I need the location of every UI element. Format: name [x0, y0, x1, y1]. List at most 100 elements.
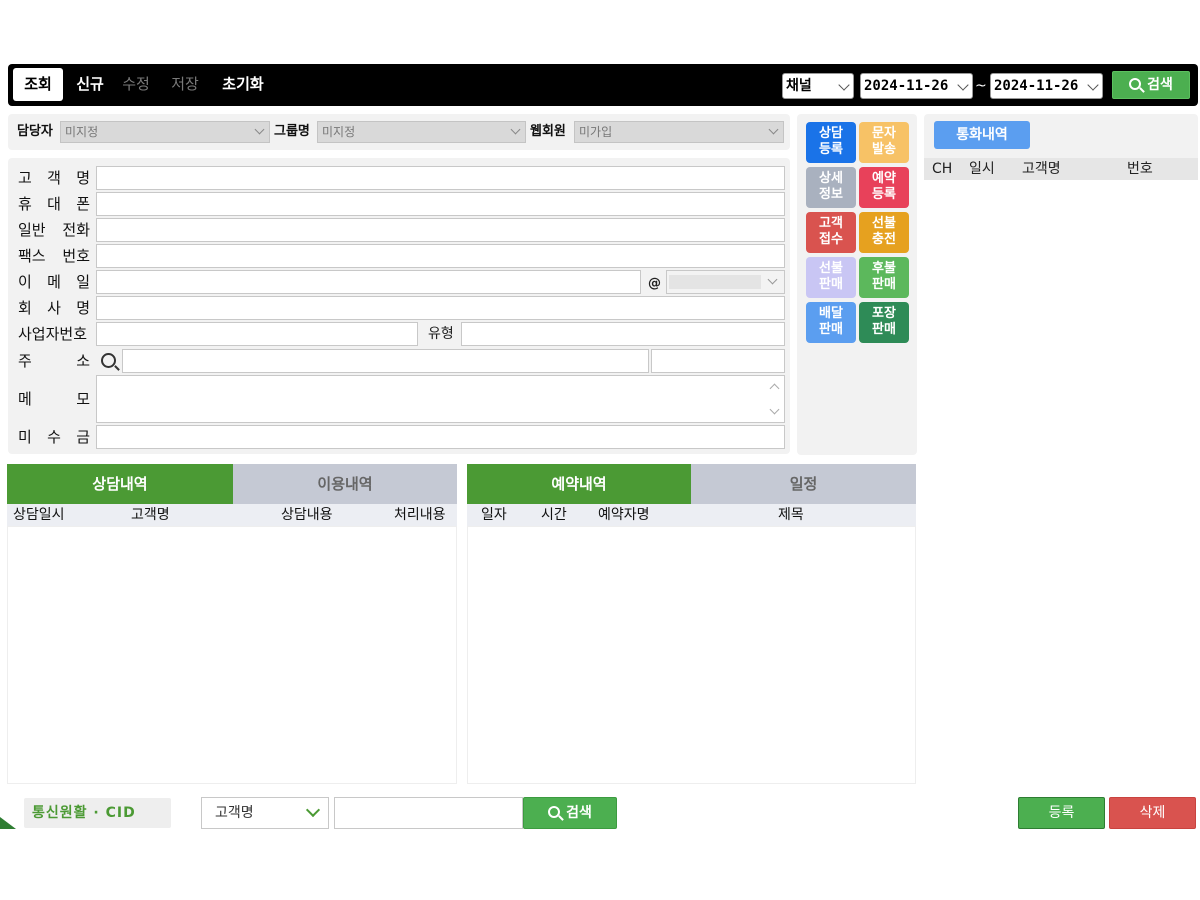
top-toolbar: 조회 신규 수정 저장 초기화 채널 2024-11-26 ~ 2024-11-…	[8, 64, 1198, 106]
date-to-value: 2024-11-26	[994, 78, 1079, 94]
detail-info-button[interactable]: 상세 정보	[806, 167, 856, 208]
view-button[interactable]: 조회	[13, 68, 63, 101]
sms-send-button[interactable]: 문자 발송	[859, 122, 909, 163]
scroll-up-icon[interactable]	[769, 383, 780, 394]
sms-send-label-line2: 발송	[872, 142, 896, 157]
edit-button[interactable]: 수정	[117, 68, 155, 101]
col-title: 제목	[778, 507, 804, 523]
tab-consult-history[interactable]: 상담내역	[7, 464, 233, 504]
detail-info-label-line2: 정보	[819, 187, 843, 202]
date-from-select[interactable]: 2024-11-26	[860, 73, 973, 99]
col-consult-date: 상담일시	[13, 507, 65, 523]
email-label: 이메일	[18, 273, 90, 291]
type-field[interactable]	[461, 322, 785, 346]
detail-info-label-line1: 상세	[819, 171, 843, 186]
customer-receive-label-line1: 고객	[819, 216, 843, 231]
postpaid-sale-label-line2: 판매	[872, 277, 896, 292]
bottom-search-label: 검색	[566, 805, 592, 821]
search-icon	[1129, 78, 1142, 90]
web-member-select-value: 미가입	[579, 125, 613, 139]
delete-button[interactable]: 삭제	[1109, 797, 1196, 829]
date-to-select[interactable]: 2024-11-26	[990, 73, 1103, 99]
web-member-label: 웹회원	[530, 124, 566, 139]
register-button[interactable]: 등록	[1018, 797, 1105, 829]
delivery-sale-button[interactable]: 배달 판매	[806, 302, 856, 343]
prepaid-sale-button[interactable]: 선불 판매	[806, 257, 856, 298]
bottom-search-input[interactable]	[334, 797, 523, 829]
reset-button[interactable]: 초기화	[218, 68, 268, 101]
prepaid-sale-label-line2: 판매	[819, 277, 843, 292]
top-search-label: 검색	[1147, 77, 1173, 93]
group-select[interactable]: 미지정	[317, 121, 526, 143]
col-ch: CH	[932, 161, 953, 177]
col-number: 번호	[1127, 161, 1153, 177]
col-result: 처리내용	[394, 507, 446, 523]
manager-select[interactable]: 미지정	[60, 121, 270, 143]
tab-reservation-history[interactable]: 예약내역	[467, 464, 691, 504]
chevron-down-icon	[305, 802, 321, 818]
company-label: 회사명	[18, 299, 90, 317]
company-field[interactable]	[96, 296, 785, 320]
delivery-sale-label-line1: 배달	[819, 306, 843, 321]
col-date: 일자	[481, 507, 507, 523]
customer-receive-label-line2: 접수	[819, 232, 843, 247]
customer-receive-button[interactable]: 고객 접수	[806, 212, 856, 253]
address-field[interactable]	[122, 349, 649, 373]
reservation-register-button[interactable]: 예약 등록	[859, 167, 909, 208]
call-history-header: CH 일시 고객명 번호	[924, 158, 1198, 180]
fax-label: 팩스 번호	[18, 247, 90, 265]
search-icon	[548, 806, 561, 818]
customer-name-field[interactable]	[96, 166, 785, 190]
chevron-down-icon	[510, 124, 521, 135]
tab-schedule[interactable]: 일정	[691, 464, 916, 504]
date-range-separator: ~	[975, 78, 987, 94]
takeout-sale-button[interactable]: 포장 판매	[859, 302, 909, 343]
new-button[interactable]: 신규	[71, 68, 109, 101]
scroll-down-icon[interactable]	[769, 404, 780, 415]
prepaid-sale-label-line1: 선불	[819, 261, 843, 276]
save-button[interactable]: 저장	[166, 68, 204, 101]
unpaid-field[interactable]	[96, 425, 785, 449]
channel-select[interactable]: 채널	[782, 73, 854, 99]
reservation-table-header: 일자 시간 예약자명 제목	[467, 504, 916, 526]
postpaid-sale-button[interactable]: 후불 판매	[859, 257, 909, 298]
channel-select-value: 채널	[786, 78, 812, 94]
tab-usage-history[interactable]: 이용내역	[233, 464, 457, 504]
call-history-tab[interactable]: 통화내역	[934, 121, 1030, 149]
email-domain-value	[669, 275, 761, 289]
email-domain-select[interactable]	[666, 270, 785, 294]
col-customer-name: 고객명	[1022, 161, 1061, 177]
date-from-value: 2024-11-26	[864, 78, 949, 94]
postpaid-sale-label-line1: 후불	[872, 261, 896, 276]
fax-field[interactable]	[96, 244, 785, 268]
phone-label: 일반 전화	[18, 221, 90, 239]
manager-label: 담당자	[17, 124, 53, 139]
bottom-search-button[interactable]: 검색	[523, 797, 617, 829]
business-number-field[interactable]	[96, 322, 418, 346]
chevron-down-icon	[1087, 79, 1099, 91]
chevron-down-icon	[957, 79, 969, 91]
group-select-value: 미지정	[322, 125, 356, 139]
delivery-sale-label-line2: 판매	[819, 322, 843, 337]
mobile-field[interactable]	[96, 192, 785, 216]
email-id-field[interactable]	[96, 270, 641, 294]
prepaid-charge-button[interactable]: 선불 충전	[859, 212, 909, 253]
business-number-label: 사업자번호	[18, 325, 88, 343]
phone-field[interactable]	[96, 218, 785, 242]
top-search-button[interactable]: 검색	[1112, 71, 1190, 99]
address-search-icon[interactable]	[101, 353, 116, 368]
chevron-down-icon	[838, 79, 850, 91]
web-member-select[interactable]: 미가입	[574, 121, 784, 143]
chevron-down-icon	[768, 124, 779, 135]
reservation-register-label-line1: 예약	[872, 171, 896, 186]
memo-scrollbar[interactable]	[766, 376, 784, 422]
sms-send-label-line1: 문자	[872, 126, 896, 141]
consult-register-button[interactable]: 상담 등록	[806, 122, 856, 163]
name-label: 고객명	[18, 169, 90, 187]
memo-textarea[interactable]	[96, 375, 785, 423]
group-label: 그룹명	[274, 124, 310, 139]
address-detail-field[interactable]	[651, 349, 785, 373]
search-field-select[interactable]: 고객명	[201, 797, 329, 829]
corner-marker	[0, 817, 16, 829]
consult-table-body	[7, 526, 457, 784]
